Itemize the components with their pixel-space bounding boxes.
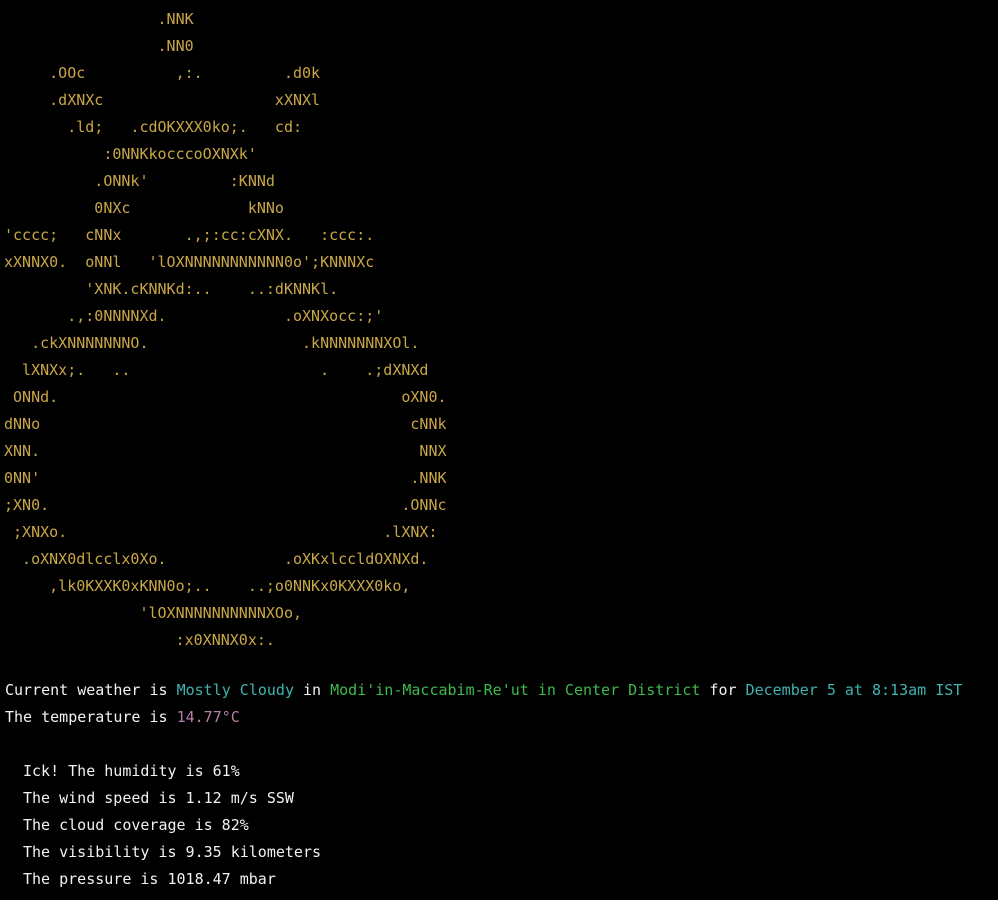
in-word: in bbox=[294, 681, 331, 699]
temperature-prefix: The temperature is bbox=[5, 708, 177, 726]
temperature-line: The temperature is 14.77°C bbox=[5, 704, 995, 731]
visibility-line: The visibility is 9.35 kilometers bbox=[23, 843, 322, 861]
humidity-line: Ick! The humidity is 61% bbox=[23, 762, 240, 780]
wind-speed-line: The wind speed is 1.12 m/s SSW bbox=[23, 789, 294, 807]
current-weather-prefix: Current weather is bbox=[5, 681, 177, 699]
cloud-coverage-line: The cloud coverage is 82% bbox=[23, 816, 249, 834]
cloud-ascii-art: .NNK .NN0 .OOc ,:. .d0k .dXNXc xXNXl .ld… bbox=[4, 10, 447, 649]
weather-condition: Mostly Cloudy bbox=[176, 681, 294, 699]
weather-datetime: December 5 at 8:13am IST bbox=[745, 681, 963, 699]
weather-location: Modi'in-Maccabim-Re'ut in Center Distric… bbox=[330, 681, 701, 699]
weather-report: Current weather is Mostly Cloudy in Modi… bbox=[5, 677, 995, 893]
pressure-line: The pressure is 1018.47 mbar bbox=[23, 870, 276, 888]
current-weather-line: Current weather is Mostly Cloudy in Modi… bbox=[5, 677, 995, 704]
terminal-window: .NNK .NN0 .OOc ,:. .d0k .dXNXc xXNXl .ld… bbox=[0, 0, 998, 900]
temperature-value: 14.77°C bbox=[176, 708, 240, 726]
for-word: for bbox=[700, 681, 746, 699]
